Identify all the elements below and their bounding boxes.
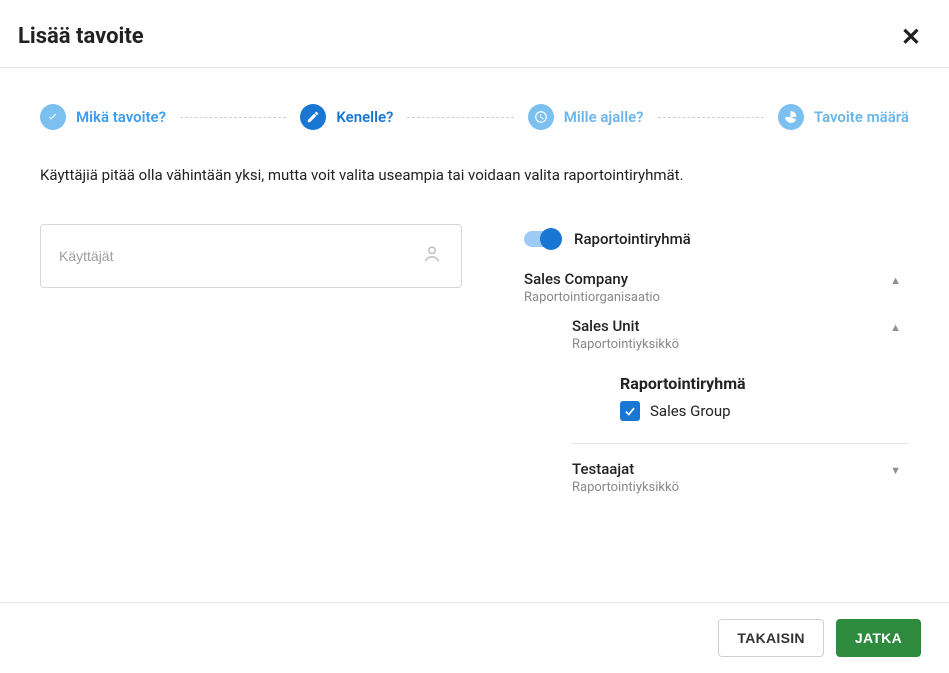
step-label: Tavoite määrä bbox=[814, 108, 909, 126]
reporting-group-toggle[interactable] bbox=[524, 231, 560, 247]
back-button[interactable]: TAKAISIN bbox=[718, 619, 823, 657]
divider bbox=[572, 443, 909, 444]
step-for-whom[interactable]: Kenelle? bbox=[300, 104, 393, 130]
reporting-group-section: Raportointiryhmä Sales Group bbox=[620, 358, 909, 429]
tree-item-org[interactable]: Sales Company Raportointiorganisaatio ▲ bbox=[524, 264, 909, 311]
tree-item-title: Testaajat bbox=[572, 460, 679, 478]
content: Käyttäjiä pitää olla vähintään yksi, mut… bbox=[0, 150, 949, 501]
org-tree: Sales Company Raportointiorganisaatio ▲ … bbox=[506, 264, 909, 501]
group-header: Raportointiryhmä bbox=[620, 374, 909, 393]
step-goal-amount[interactable]: Tavoite määrä bbox=[778, 104, 909, 130]
group-checkbox-row[interactable]: Sales Group bbox=[620, 401, 909, 421]
dialog-title: Lisää tavoite bbox=[18, 24, 144, 49]
step-connector bbox=[407, 117, 513, 118]
reporting-group-toggle-row: Raportointiryhmä bbox=[506, 224, 909, 264]
person-icon bbox=[421, 243, 443, 269]
toggle-label: Raportointiryhmä bbox=[574, 230, 691, 248]
tree-item-title: Sales Company bbox=[524, 270, 660, 288]
users-input-container[interactable] bbox=[40, 224, 462, 288]
tree-item-subtitle: Raportointiorganisaatio bbox=[524, 290, 660, 305]
clock-icon bbox=[528, 104, 554, 130]
dialog-footer: TAKAISIN JATKA bbox=[0, 602, 949, 673]
chevron-up-icon[interactable]: ▲ bbox=[890, 317, 901, 334]
tree-item-subtitle: Raportointiyksikkö bbox=[572, 480, 679, 495]
step-what-goal[interactable]: Mikä tavoite? bbox=[40, 104, 166, 130]
users-input[interactable] bbox=[59, 248, 421, 264]
tree-item-subtitle: Raportointiyksikkö bbox=[572, 337, 679, 352]
step-time-period[interactable]: Mille ajalle? bbox=[528, 104, 644, 130]
tree-item-unit[interactable]: Testaajat Raportointiyksikkö ▼ bbox=[572, 454, 909, 501]
description-text: Käyttäjiä pitää olla vähintään yksi, mut… bbox=[40, 166, 909, 184]
checkbox-checked[interactable] bbox=[620, 401, 640, 421]
checkbox-label: Sales Group bbox=[650, 402, 731, 420]
close-icon[interactable]: ✕ bbox=[901, 25, 921, 49]
pie-chart-icon bbox=[778, 104, 804, 130]
tree-item-title: Sales Unit bbox=[572, 317, 679, 335]
continue-button[interactable]: JATKA bbox=[836, 619, 921, 657]
step-label: Mille ajalle? bbox=[564, 108, 644, 126]
dialog-header: Lisää tavoite ✕ bbox=[0, 0, 949, 68]
chevron-up-icon[interactable]: ▲ bbox=[890, 270, 901, 287]
pencil-icon bbox=[300, 104, 326, 130]
step-connector bbox=[180, 117, 286, 118]
step-label: Mikä tavoite? bbox=[76, 108, 166, 126]
step-label: Kenelle? bbox=[336, 108, 393, 126]
stepper: Mikä tavoite? Kenelle? Mille ajalle? Tav… bbox=[0, 68, 949, 150]
step-connector bbox=[658, 117, 764, 118]
check-icon bbox=[40, 104, 66, 130]
chevron-down-icon[interactable]: ▼ bbox=[890, 460, 901, 477]
tree-item-unit[interactable]: Sales Unit Raportointiyksikkö ▲ bbox=[572, 311, 909, 358]
